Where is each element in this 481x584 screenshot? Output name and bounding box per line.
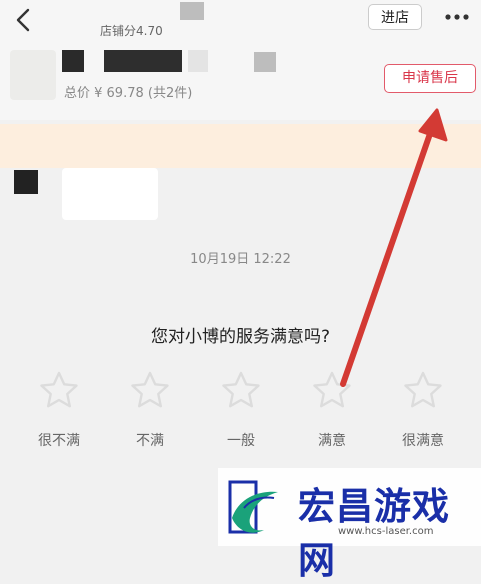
watermark-logo-icon [228, 480, 278, 534]
watermark-url: www.hcs-laser.com [338, 526, 434, 537]
site-watermark: 宏昌游戏网 www.hcs-laser.com [218, 468, 481, 582]
annotation-arrow [340, 108, 448, 387]
